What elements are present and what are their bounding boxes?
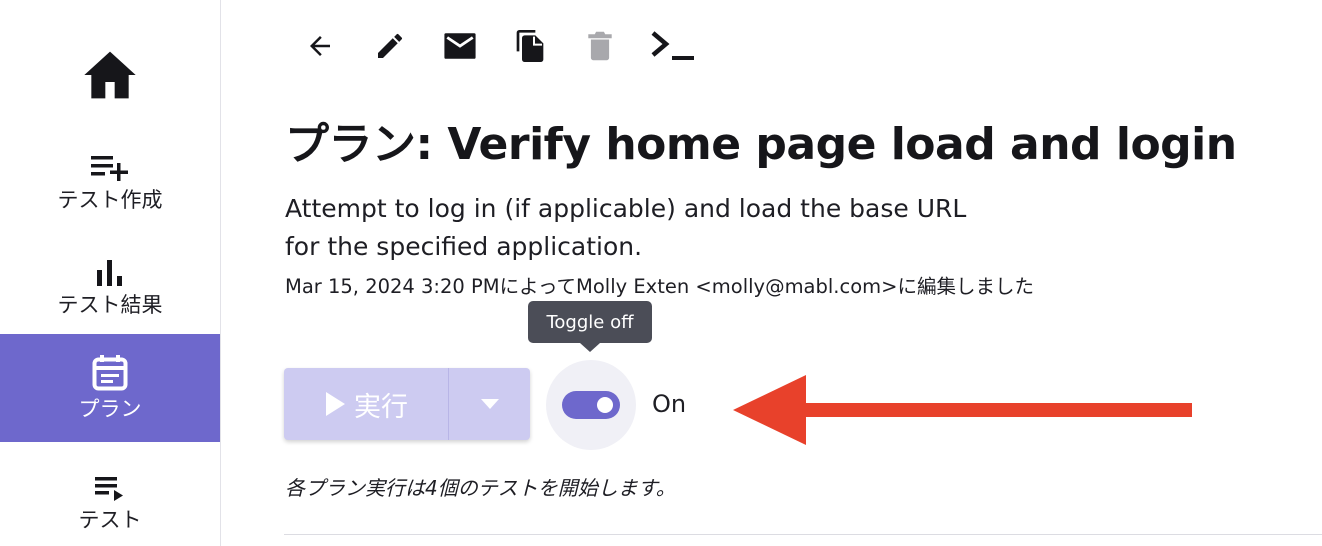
run-button-group: 実行 [284,368,530,440]
cli-button[interactable] [650,26,696,66]
section-divider [284,534,1322,535]
terminal-icon [651,31,694,60]
annotation-arrow-icon [733,375,1192,445]
playlist-play-icon [95,477,123,501]
delete-button[interactable] [580,26,620,66]
tooltip-pointer [580,343,600,352]
copy-icon [516,30,544,62]
back-arrow-icon [310,36,330,56]
sidebar-item-label: テスト [78,508,142,532]
description-line: for the specified application. [285,232,643,261]
toggle-knob [597,397,613,413]
edit-pencil-icon [378,34,402,58]
sidebar-item-tests[interactable]: テスト [0,460,220,546]
sidebar-item-plans[interactable]: プラン [0,334,220,442]
toggle-tooltip: Toggle off [528,301,652,343]
run-dropdown-button[interactable] [449,368,530,440]
description-line: Attempt to log in (if applicable) and lo… [285,194,967,223]
run-button[interactable]: 実行 [284,368,448,440]
mail-icon [444,33,476,59]
sidebar-item-label: プラン [78,397,142,421]
email-button[interactable] [440,26,480,66]
calendar-icon [92,355,128,391]
back-button[interactable] [300,26,340,66]
caret-down-icon [480,399,499,409]
trash-icon [588,31,612,61]
bar-chart-icon [97,260,122,286]
sidebar-item-label: テスト作成 [57,188,163,212]
sidebar: テスト作成 テスト結果 プラン テスト [0,0,221,546]
home-icon [84,51,136,99]
toggle-state-label: On [652,390,687,418]
edited-info: Mar 15, 2024 3:20 PMによってMolly Exten <mol… [285,275,1034,298]
page-title: プラン: Verify home page load and login [285,119,1237,170]
run-button-label: 実行 [354,391,408,423]
plan-enabled-toggle[interactable] [562,391,620,419]
duplicate-button[interactable] [510,26,550,66]
sidebar-item-test-create[interactable]: テスト作成 [0,138,220,224]
sidebar-item-test-results[interactable]: テスト結果 [0,244,220,330]
edit-button[interactable] [370,26,410,66]
sidebar-item-home[interactable] [0,40,220,110]
plan-description: Attempt to log in (if applicable) and lo… [285,190,1005,266]
plan-run-note: 各プラン実行は4個のテストを開始します。 [285,476,676,500]
sidebar-item-label: テスト結果 [57,293,163,317]
playlist-add-icon [91,156,128,181]
play-icon [326,392,345,416]
